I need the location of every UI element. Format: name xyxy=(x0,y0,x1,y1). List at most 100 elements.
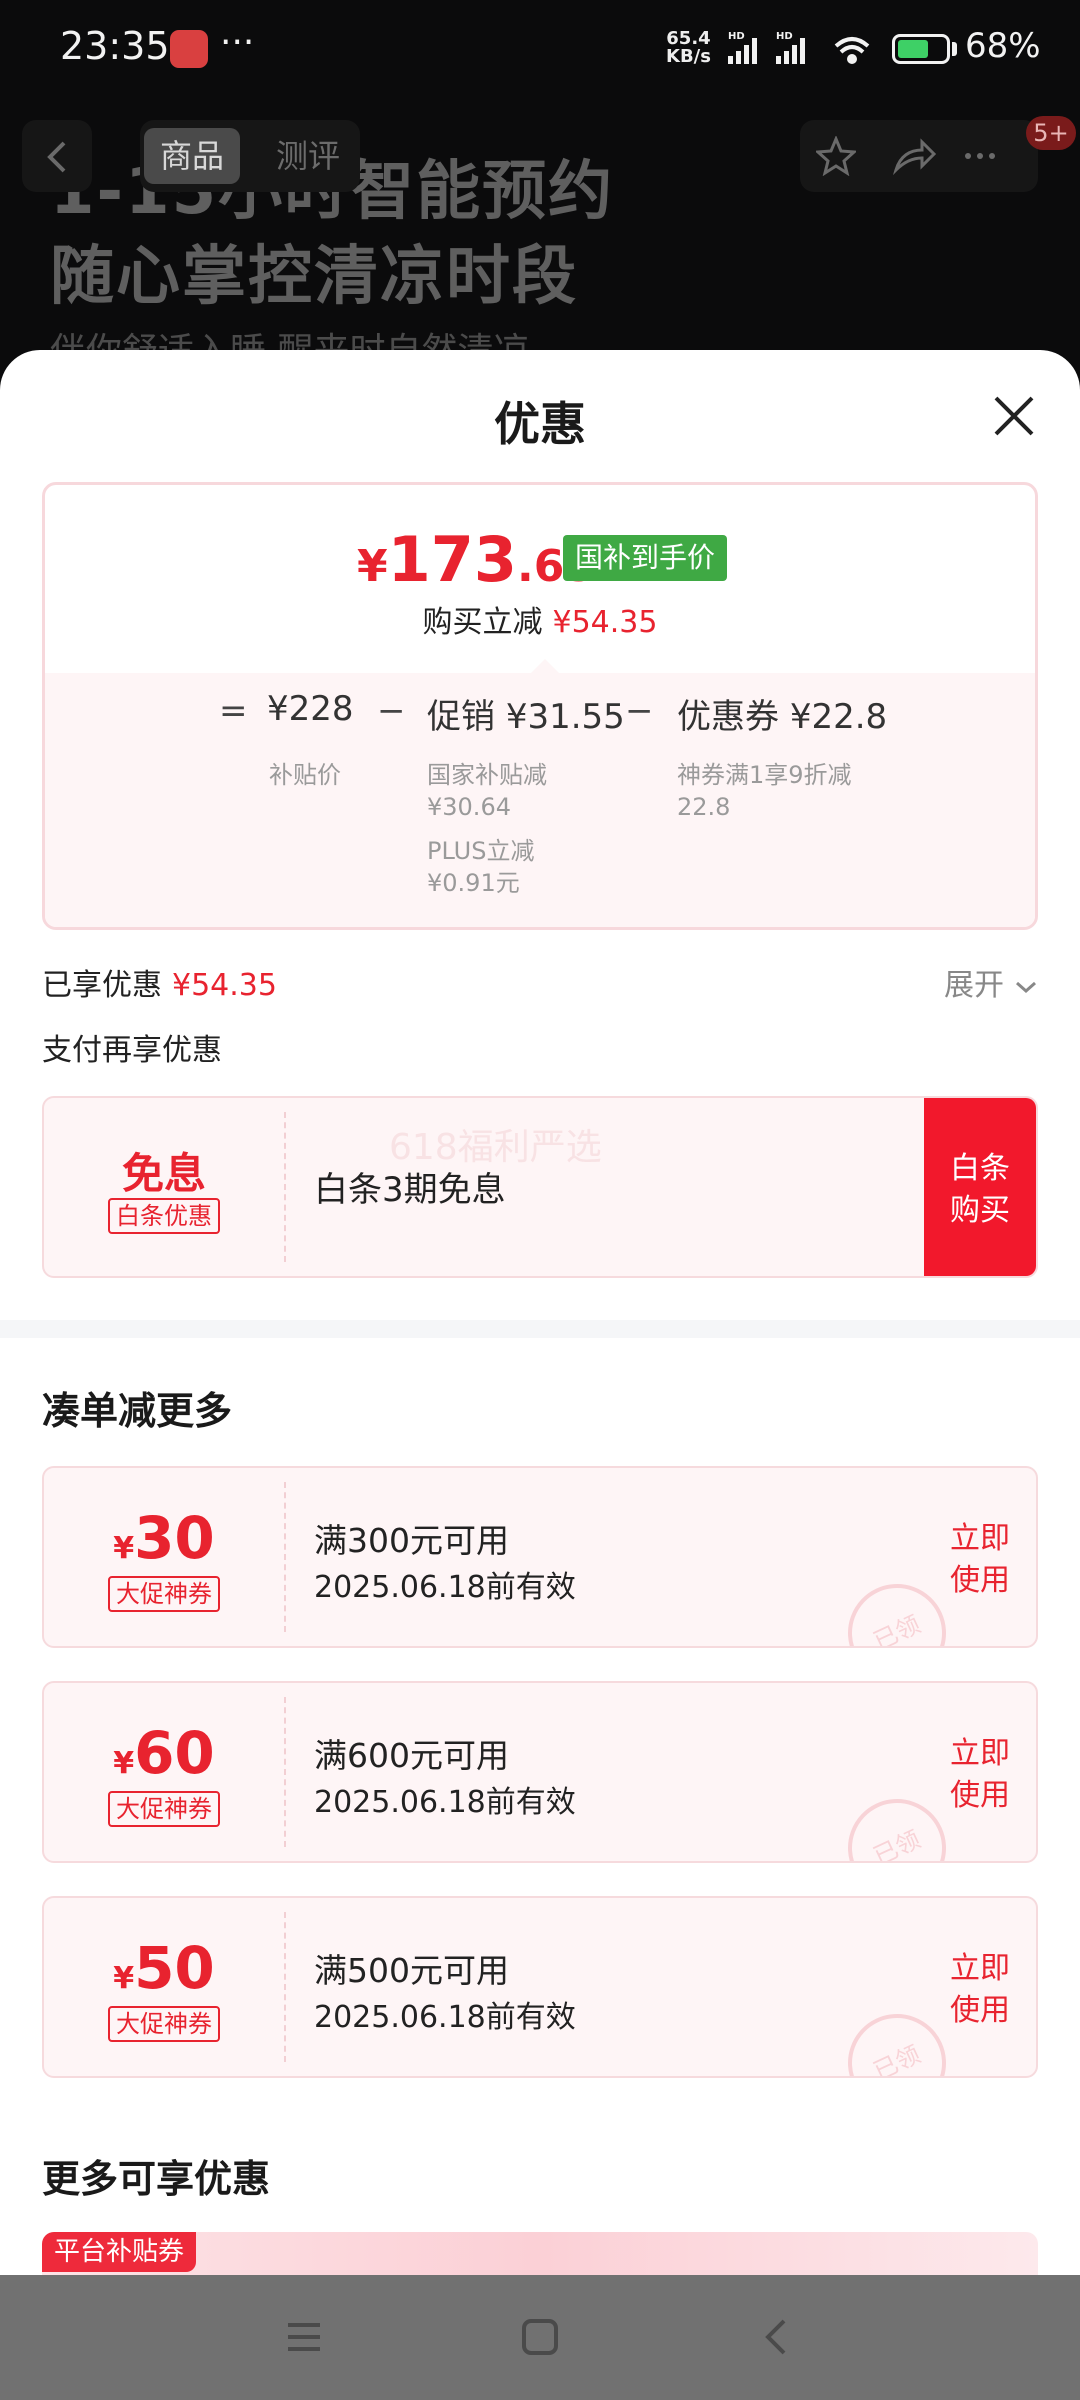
enjoyed-label: 已享优惠 xyxy=(42,968,162,1003)
coupon-card[interactable]: ¥60 大促神券 满600元可用 2025.06.18前有效 已领 立即 使用 xyxy=(42,1681,1038,1863)
back-icon xyxy=(47,141,66,173)
product-tabs: 商品 测评 xyxy=(140,120,360,192)
menu-icon[interactable] xyxy=(284,2317,324,2357)
enjoyed-discount: 已享优惠 ¥54.35 xyxy=(42,960,277,1004)
final-price: ¥173.65 xyxy=(357,523,595,596)
tab-product[interactable]: 商品 xyxy=(144,128,241,184)
instant-discount-value: ¥54.35 xyxy=(552,605,658,640)
status-bar: 23:35 ··· 65.4 KB/s HD HD 68% xyxy=(0,0,1080,100)
baitiao-cta-line2: 购买 xyxy=(950,1193,1010,1228)
wifi-icon xyxy=(834,37,870,64)
subsidy-price-tag: 国补到手价 xyxy=(563,535,728,581)
coupon-validity: 2025.06.18前有效 xyxy=(314,1785,576,1820)
svg-text:HD: HD xyxy=(728,31,745,42)
coupon-tag: 大促神券 xyxy=(108,2006,220,2042)
promo-sub-2: PLUS立减 xyxy=(427,837,535,865)
baitiao-text: 白条3期免息 xyxy=(314,1170,506,1210)
baitiao-cta-line1: 白条 xyxy=(950,1151,1010,1186)
use-now-line1: 立即 xyxy=(950,1951,1010,1986)
base-price-label: 补贴价 xyxy=(269,761,341,789)
coupon-tag: 大促神券 xyxy=(108,1791,220,1827)
coupon-tag: 大促神券 xyxy=(108,1576,220,1612)
pay-more-label: 支付再享优惠 xyxy=(42,1033,222,1068)
app-notification-icon xyxy=(170,30,208,68)
home-icon[interactable] xyxy=(520,2317,560,2357)
expand-toggle[interactable]: 展开 xyxy=(944,960,1038,1004)
base-price-value: ¥228 xyxy=(267,689,354,729)
coupon-left: ¥60 大促神券 xyxy=(44,1683,284,1861)
section-separator xyxy=(0,1320,1080,1338)
nav-actions xyxy=(800,120,1038,192)
baitiao-tag: 白条优惠 xyxy=(108,1198,220,1234)
close-icon[interactable] xyxy=(990,392,1038,440)
tab-review[interactable]: 测评 xyxy=(260,128,356,184)
price-summary-card: ¥173.65 国补到手价 购买立减 ¥54.35 = ¥228 补贴价 − 促销… xyxy=(42,482,1038,930)
sheet-title: 优惠 xyxy=(494,397,586,451)
promo-sub-1: 国家补贴减 xyxy=(427,761,547,789)
battery-percent: 68% xyxy=(965,26,1041,66)
top-nav: 商品 测评 5+ xyxy=(0,116,1080,200)
battery-icon xyxy=(892,34,950,64)
discount-sheet: 优惠 ¥173.65 国补到手价 购买立减 ¥54.35 = ¥228 补贴价 −… xyxy=(0,350,1080,2275)
coupon-sub-1: 神券满1享9折减 xyxy=(677,761,852,789)
coupon-amount-value: 60 xyxy=(134,1719,215,1787)
final-price-yen: ¥ xyxy=(357,541,388,592)
baitiao-card[interactable]: 免息 白条优惠 618福利严选 白条3期免息 白条 购买 xyxy=(42,1096,1038,1278)
use-now-button[interactable]: 立即 使用 xyxy=(924,1683,1036,1861)
platform-subsidy-tag: 平台补贴券 xyxy=(42,2232,197,2272)
coupon-left: ¥30 大促神券 xyxy=(44,1468,284,1646)
use-now-line2: 使用 xyxy=(950,1993,1010,2028)
status-time: 23:35 xyxy=(60,24,170,68)
cart-badge: 5+ xyxy=(1026,116,1076,150)
card-divider xyxy=(284,1482,286,1632)
net-speed-unit: KB/s xyxy=(666,46,711,67)
coupon-yen: ¥ xyxy=(113,1961,135,1996)
use-now-line1: 立即 xyxy=(950,1736,1010,1771)
system-nav-bar xyxy=(0,2275,1080,2400)
use-now-button[interactable]: 立即 使用 xyxy=(924,1468,1036,1646)
coupon-amount: ¥30 xyxy=(44,1504,284,1572)
coupon-validity: 2025.06.18前有效 xyxy=(314,2000,576,2035)
instant-discount: 购买立减 ¥54.35 xyxy=(45,597,1035,641)
card-divider xyxy=(284,1112,286,1262)
equals-sign: = xyxy=(219,691,248,731)
signal-icon-1: HD xyxy=(728,31,757,64)
promo-sub-1-value: ¥30.64 xyxy=(427,793,511,821)
share-icon[interactable] xyxy=(892,136,936,176)
enjoyed-value: ¥54.35 xyxy=(172,968,277,1003)
platform-subsidy-card[interactable]: 平台补贴券 xyxy=(42,2232,1038,2275)
instant-discount-label: 购买立减 xyxy=(422,605,543,640)
back-button[interactable] xyxy=(22,120,92,192)
coupon-amount-value: 50 xyxy=(134,1934,215,2002)
coupon-label: 优惠券 xyxy=(677,697,779,737)
battery-cap xyxy=(952,42,957,56)
coupon-amount-value: 30 xyxy=(134,1504,215,1572)
baitiao-buy-button[interactable]: 白条 购买 xyxy=(924,1098,1036,1276)
coupon-condition: 满300元可用 xyxy=(314,1521,509,1560)
favorite-star-icon[interactable] xyxy=(816,136,856,176)
coupon-amount: ¥50 xyxy=(44,1934,284,2002)
coupon-validity: 2025.06.18前有效 xyxy=(314,1570,576,1605)
signal-icon-2: HD xyxy=(776,31,805,64)
baitiao-left: 免息 白条优惠 xyxy=(44,1098,284,1276)
breakdown-notch xyxy=(531,659,559,673)
card-divider xyxy=(284,1912,286,2062)
more-offers-title: 更多可享优惠 xyxy=(42,2157,271,2201)
more-deals-title: 凑单减更多 xyxy=(42,1389,233,1433)
use-now-button[interactable]: 立即 使用 xyxy=(924,1898,1036,2076)
coupon-condition: 满500元可用 xyxy=(314,1951,509,1990)
final-price-area: ¥173.65 国补到手价 购买立减 ¥54.35 xyxy=(45,485,1035,673)
coupon-yen: ¥ xyxy=(113,1531,135,1566)
svg-text:HD: HD xyxy=(776,31,793,42)
coupon-total: 优惠券 ¥22.8 xyxy=(677,689,887,738)
coupon-yen: ¥ xyxy=(113,1746,135,1781)
back-nav-icon[interactable] xyxy=(756,2317,796,2357)
coupon-card[interactable]: ¥30 大促神券 满300元可用 2025.06.18前有效 已领 立即 使用 xyxy=(42,1466,1038,1648)
more-menu-icon[interactable] xyxy=(960,136,1016,176)
coupon-amount: ¥60 xyxy=(44,1719,284,1787)
price-breakdown: = ¥228 补贴价 − 促销 ¥31.55 国家补贴减 ¥30.64 PLUS… xyxy=(45,659,1035,927)
coupon-condition: 满600元可用 xyxy=(314,1736,509,1775)
coupon-card[interactable]: ¥50 大促神券 满500元可用 2025.06.18前有效 已领 立即 使用 xyxy=(42,1896,1038,2078)
promo-sub-2-value: ¥0.91元 xyxy=(427,869,520,897)
coupon-sub-2: 22.8 xyxy=(677,793,731,821)
